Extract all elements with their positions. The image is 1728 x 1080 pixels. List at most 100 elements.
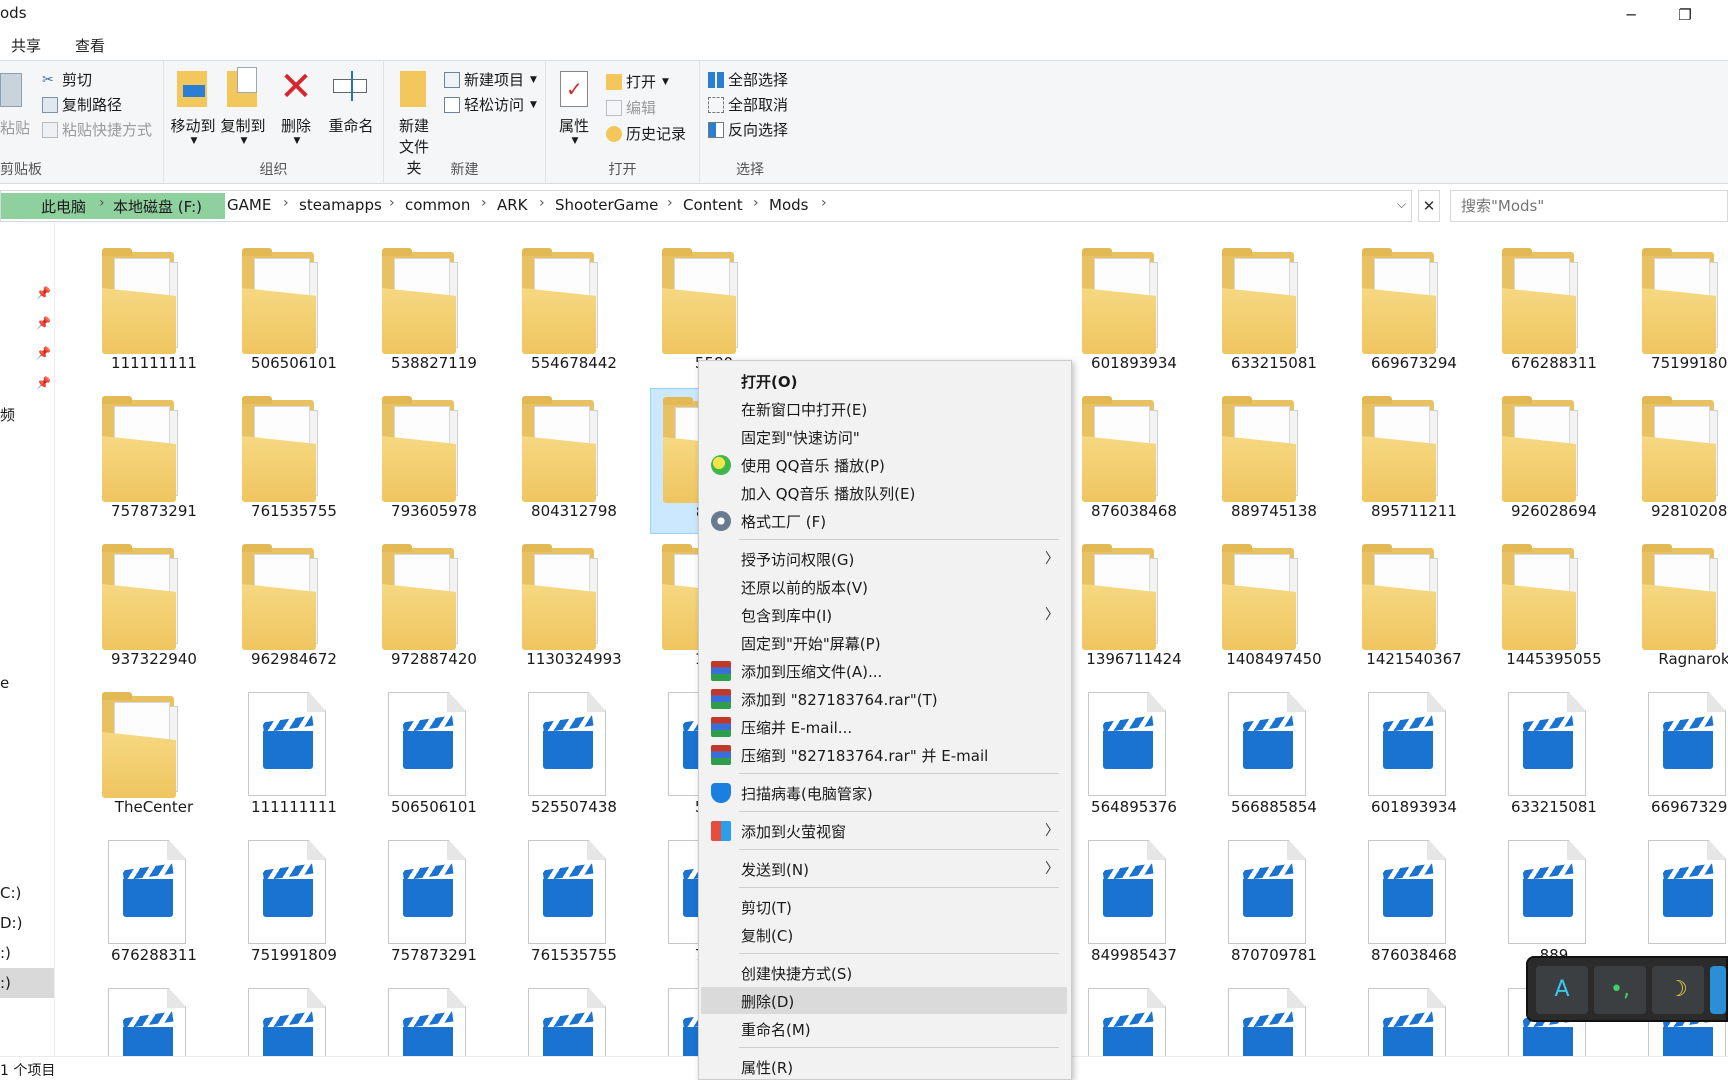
folder-item[interactable]: 757873291: [90, 388, 218, 534]
video-file-item[interactable]: 669673294: [1630, 684, 1728, 830]
menu-item-pin-start[interactable]: 固定到"开始"屏幕(P): [701, 629, 1067, 656]
menu-item-qqmusic-play[interactable]: 使用 QQ音乐 播放(P): [701, 451, 1067, 478]
menu-item-restore-versions[interactable]: 还原以前的版本(V): [701, 573, 1067, 600]
menu-item-create-shortcut[interactable]: 创建快捷方式(S): [701, 959, 1067, 986]
video-file-item[interactable]: 676288311: [90, 832, 218, 978]
video-file-item[interactable]: 876038468: [1350, 832, 1478, 978]
video-file-item[interactable]: [230, 980, 358, 1060]
cut-button[interactable]: ✂ 剪切: [42, 69, 92, 90]
video-file-item[interactable]: 506506101: [370, 684, 498, 830]
menu-item-open[interactable]: 打开(O): [701, 367, 1067, 394]
breadcrumb-this-pc[interactable]: 此电脑: [41, 196, 86, 217]
menu-item-copy[interactable]: 复制(C): [701, 921, 1067, 948]
search-input[interactable]: [1450, 190, 1728, 222]
folder-item[interactable]: 1130324993: [510, 536, 638, 682]
address-bar[interactable]: 此电脑 › 本地磁盘 (F:) GAME › steamapps › commo…: [0, 190, 1412, 222]
clear-address-button[interactable]: ✕: [1418, 190, 1440, 222]
folder-item[interactable]: 751991809: [1630, 240, 1728, 386]
tab-view[interactable]: 查看: [75, 35, 105, 56]
folder-item[interactable]: 633215081: [1210, 240, 1338, 386]
pin-icon[interactable]: 📌: [36, 376, 51, 390]
folder-item[interactable]: 1408497450: [1210, 536, 1338, 682]
folder-item[interactable]: 538827119: [370, 240, 498, 386]
ime-extra-button[interactable]: [1710, 966, 1726, 1014]
video-file-item[interactable]: 633215081: [1490, 684, 1618, 830]
nav-item-videos[interactable]: 频: [0, 404, 15, 425]
video-file-item[interactable]: [1210, 980, 1338, 1060]
copy-to-button[interactable]: 复制到 ▼: [220, 67, 266, 146]
select-all-button[interactable]: 全部选择: [708, 69, 788, 90]
breadcrumb-steamapps[interactable]: steamapps: [299, 196, 382, 214]
edit-button[interactable]: 编辑: [606, 97, 656, 118]
history-button[interactable]: 历史记录: [606, 123, 686, 144]
folder-item[interactable]: 1445395055: [1490, 536, 1618, 682]
maximize-button[interactable]: ❐: [1662, 0, 1708, 30]
video-file-item[interactable]: 111111111: [230, 684, 358, 830]
tab-share[interactable]: 共享: [11, 35, 41, 56]
video-file-item[interactable]: 757873291: [370, 832, 498, 978]
ime-punctuation-button[interactable]: •,: [1594, 966, 1646, 1014]
breadcrumb-shootergame[interactable]: ShooterGame: [555, 196, 658, 214]
new-item-button[interactable]: 新建项目 ▼: [444, 69, 537, 90]
folder-item[interactable]: 1396711424: [1070, 536, 1198, 682]
delete-button[interactable]: ✕ 删除 ▼: [276, 67, 316, 146]
video-file-item[interactable]: 601893934: [1350, 684, 1478, 830]
menu-item-cut[interactable]: 剪切(T): [701, 893, 1067, 920]
menu-item-send-to[interactable]: 发送到(N) 〉: [701, 855, 1067, 882]
video-file-item[interactable]: 525507438: [510, 684, 638, 830]
menu-item-delete[interactable]: 删除(D): [701, 987, 1067, 1014]
folder-item[interactable]: 1421540367: [1350, 536, 1478, 682]
properties-button[interactable]: ✓ 属性 ▼: [554, 67, 594, 146]
copy-path-button[interactable]: 复制路径: [42, 94, 122, 115]
video-file-item[interactable]: 761535755: [510, 832, 638, 978]
menu-item-open-new-window[interactable]: 在新窗口中打开(E): [701, 395, 1067, 422]
folder-item[interactable]: 895711211: [1350, 388, 1478, 534]
folder-item[interactable]: 876038468: [1070, 388, 1198, 534]
folder-item[interactable]: TheCenter: [90, 684, 218, 830]
folder-item[interactable]: 889745138: [1210, 388, 1338, 534]
folder-item[interactable]: 554678442: [510, 240, 638, 386]
video-file-item[interactable]: 564895376: [1070, 684, 1198, 830]
folder-item[interactable]: 793605978: [370, 388, 498, 534]
video-file-item[interactable]: [370, 980, 498, 1060]
breadcrumb-ark[interactable]: ARK: [497, 196, 528, 214]
nav-item-drive-c[interactable]: C:): [0, 884, 21, 902]
folder-item[interactable]: 972887420: [370, 536, 498, 682]
nav-item-drive-d[interactable]: D:): [0, 914, 22, 932]
folder-item[interactable]: 676288311: [1490, 240, 1618, 386]
breadcrumb-drive-f[interactable]: 本地磁盘 (F:): [113, 196, 202, 217]
ime-night-button[interactable]: ☽: [1652, 966, 1704, 1014]
paste-button[interactable]: 粘贴: [0, 67, 30, 137]
invert-selection-button[interactable]: 反向选择: [708, 119, 788, 140]
folder-item[interactable]: 601893934: [1070, 240, 1198, 386]
minimize-button[interactable]: ─: [1608, 0, 1654, 30]
menu-item-compress-rar-email[interactable]: 压缩到 "827183764.rar" 并 E-mail: [701, 741, 1067, 768]
folder-item[interactable]: 928102085: [1630, 388, 1728, 534]
menu-item-add-archive[interactable]: 添加到压缩文件(A)...: [701, 657, 1067, 684]
video-file-item[interactable]: 566885854: [1210, 684, 1338, 830]
breadcrumb-mods[interactable]: Mods: [769, 196, 808, 214]
nav-item-drive-e[interactable]: :): [0, 944, 11, 962]
folder-item[interactable]: 804312798: [510, 388, 638, 534]
pin-icon[interactable]: 📌: [36, 286, 51, 300]
open-button[interactable]: 打开 ▼: [606, 71, 669, 92]
video-file-item[interactable]: [510, 980, 638, 1060]
video-file-item[interactable]: [1350, 980, 1478, 1060]
breadcrumb-common[interactable]: common: [405, 196, 470, 214]
menu-item-grant-access[interactable]: 授予访问权限(G) 〉: [701, 545, 1067, 572]
rename-button[interactable]: 重命名: [326, 67, 376, 136]
chevron-down-icon[interactable]: ⌵: [1397, 197, 1406, 212]
folder-item[interactable]: 962984672: [230, 536, 358, 682]
video-file-item[interactable]: 870709781: [1210, 832, 1338, 978]
folder-item[interactable]: 506506101: [230, 240, 358, 386]
easy-access-button[interactable]: 轻松访问 ▼: [444, 94, 537, 115]
nav-item-e[interactable]: e: [0, 674, 9, 692]
menu-item-include-library[interactable]: 包含到库中(I) 〉: [701, 601, 1067, 628]
ime-mode-button[interactable]: A: [1536, 966, 1588, 1014]
folder-item[interactable]: 111111111: [90, 240, 218, 386]
video-file-item[interactable]: 849985437: [1070, 832, 1198, 978]
video-file-item[interactable]: [90, 980, 218, 1060]
select-none-button[interactable]: 全部取消: [708, 94, 788, 115]
menu-item-scan-virus[interactable]: 扫描病毒(电脑管家): [701, 779, 1067, 806]
video-file-item[interactable]: 751991809: [230, 832, 358, 978]
